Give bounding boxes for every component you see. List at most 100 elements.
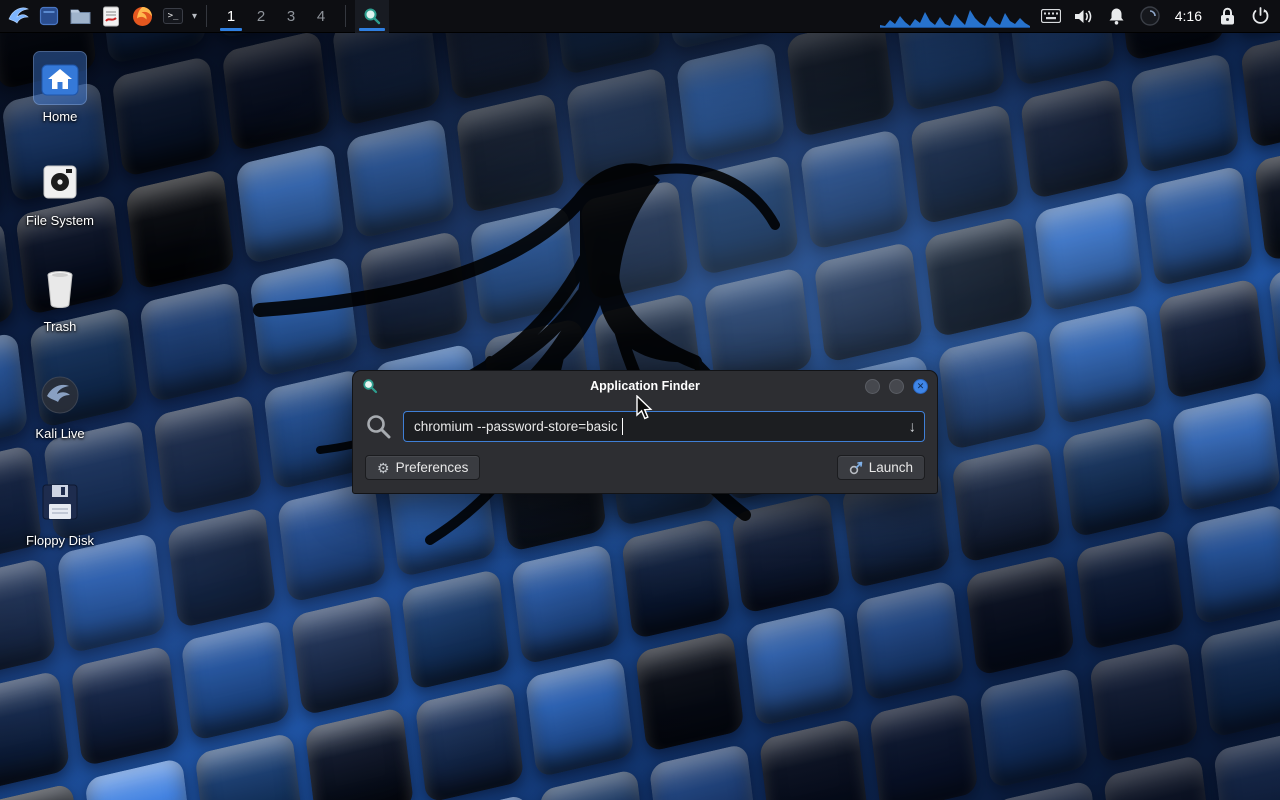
wallpaper-cube — [1047, 303, 1157, 425]
wallpaper-cube — [167, 506, 277, 628]
file-manager-icon[interactable] — [67, 3, 93, 29]
wallpaper-cube — [84, 757, 194, 800]
wallpaper-cube — [1144, 165, 1254, 287]
clock[interactable]: 4:16 — [1171, 8, 1206, 24]
preferences-button[interactable]: ⚙ Preferences — [365, 455, 480, 480]
wallpaper-cube — [951, 441, 1061, 563]
arrow-down-icon[interactable]: ↓ — [909, 418, 917, 435]
desktop-icon-label: Floppy Disk — [26, 533, 94, 548]
show-desktop-icon[interactable] — [36, 3, 62, 29]
window-title: Application Finder — [413, 379, 877, 393]
search-icon — [365, 413, 392, 440]
wallpaper-cube — [455, 92, 565, 214]
keyboard-indicator-icon[interactable] — [1039, 4, 1063, 28]
wallpaper-cube — [1034, 190, 1144, 312]
maximize-button[interactable] — [889, 379, 904, 394]
magnifier-icon — [363, 7, 381, 25]
wallpaper-cube — [469, 205, 579, 327]
taskbar-application-finder[interactable] — [355, 0, 389, 33]
panel-separator — [345, 5, 346, 27]
wallpaper-cube — [511, 543, 621, 665]
workspace-3[interactable]: 3 — [276, 0, 306, 33]
cpu-graph[interactable] — [880, 4, 1030, 28]
notifications-bell-icon[interactable] — [1105, 4, 1129, 28]
workspace-1[interactable]: 1 — [216, 0, 246, 33]
top-panel: >_ ▾ 1 2 3 4 4:16 — [0, 0, 1280, 33]
wallpaper-cube — [565, 66, 675, 188]
desktop-icon-home[interactable]: Home — [18, 52, 102, 124]
wallpaper-cube — [525, 656, 635, 778]
text-caret — [622, 418, 623, 435]
workspace-switcher: 1 2 3 4 — [216, 0, 336, 33]
wallpaper-cube — [579, 179, 689, 301]
search-input-value: chromium --password-store=basic — [414, 419, 618, 434]
wallpaper-cube — [1268, 252, 1280, 374]
kali-menu-icon[interactable] — [5, 3, 31, 29]
wallpaper-cube — [731, 492, 841, 614]
wallpaper-cube — [910, 103, 1020, 225]
volume-icon[interactable] — [1072, 4, 1096, 28]
wallpaper-cube — [125, 168, 235, 290]
workspace-4[interactable]: 4 — [306, 0, 336, 33]
status-circle-icon[interactable] — [1138, 4, 1162, 28]
desktop-icon-label: Home — [43, 109, 78, 124]
wallpaper-cube — [153, 394, 263, 516]
desktop-icon-label: Kali Live — [35, 426, 84, 441]
wallpaper-cube — [1130, 52, 1240, 174]
panel-launchers: >_ ▾ — [0, 3, 197, 29]
lock-icon[interactable] — [1215, 4, 1239, 28]
minimize-button[interactable] — [865, 379, 880, 394]
wallpaper-cube — [786, 16, 896, 138]
search-input[interactable]: chromium --password-store=basic ↓ — [403, 411, 925, 442]
close-icon: ✕ — [917, 381, 925, 392]
text-editor-icon[interactable] — [98, 3, 124, 29]
wallpaper-cube — [414, 681, 524, 800]
wallpaper-cube — [345, 117, 455, 239]
kali-live-icon — [34, 369, 86, 421]
gear-icon: ⚙ — [377, 461, 390, 475]
wallpaper-cube — [235, 143, 345, 265]
app-finder-icon — [362, 378, 378, 394]
wallpaper-cube — [937, 328, 1047, 450]
launch-button-label: Launch — [869, 460, 913, 475]
wallpaper-cube — [965, 554, 1075, 676]
wallpaper-cube — [0, 106, 1, 228]
wallpaper-cube — [428, 794, 538, 800]
home-icon — [34, 52, 86, 104]
wallpaper-cube — [1171, 390, 1280, 512]
wallpaper-cube — [194, 732, 304, 800]
desktop-icon-trash[interactable]: Trash — [18, 262, 102, 334]
desktop-icon-floppy-disk[interactable]: Floppy Disk — [18, 476, 102, 548]
firefox-icon[interactable] — [129, 3, 155, 29]
wallpaper-cube — [139, 281, 249, 403]
wallpaper-cube — [0, 670, 70, 792]
wallpaper-cube — [979, 667, 1089, 789]
wallpaper-cube — [1254, 139, 1280, 261]
panel-tray: 4:16 — [880, 4, 1280, 28]
wallpaper-cube — [676, 41, 786, 163]
close-button[interactable]: ✕ — [913, 379, 928, 394]
window-controls: ✕ — [865, 379, 928, 394]
workspace-2[interactable]: 2 — [246, 0, 276, 33]
wallpaper-cube — [56, 532, 166, 654]
wallpaper-cube — [799, 128, 909, 250]
wallpaper-cube — [1061, 416, 1171, 538]
wallpaper-cube — [1103, 754, 1213, 800]
wallpaper-cube — [1020, 77, 1130, 199]
wallpaper-cube — [304, 706, 414, 800]
wallpaper-cube — [0, 557, 56, 679]
logout-power-icon[interactable] — [1248, 4, 1272, 28]
wallpaper-cube — [290, 594, 400, 716]
desktop-icon-file-system[interactable]: File System — [18, 156, 102, 228]
titlebar[interactable]: Application Finder ✕ — [353, 371, 937, 401]
wallpaper-cube — [111, 55, 221, 177]
desktop-icon-kali-live[interactable]: Kali Live — [18, 369, 102, 441]
wallpaper-cube — [923, 216, 1033, 338]
wallpaper-cube — [855, 579, 965, 701]
chevron-down-icon[interactable]: ▾ — [192, 11, 197, 22]
wallpaper-cube — [745, 605, 855, 727]
terminal-icon[interactable]: >_ — [160, 3, 186, 29]
trash-icon — [34, 262, 86, 314]
launch-button[interactable]: Launch — [837, 455, 925, 480]
desktop-icon-label: Trash — [44, 319, 77, 334]
